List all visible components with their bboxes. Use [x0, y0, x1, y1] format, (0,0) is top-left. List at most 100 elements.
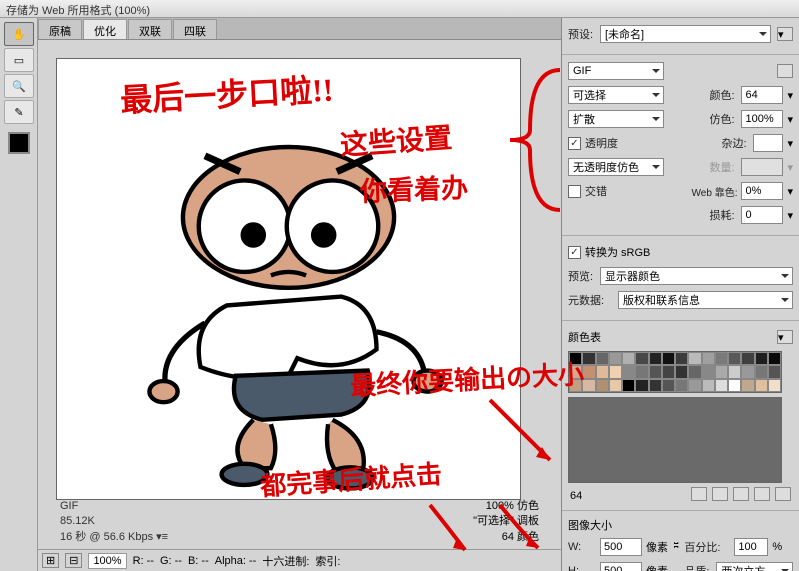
color-cell[interactable]	[596, 352, 609, 365]
color-cell[interactable]	[649, 365, 662, 378]
color-cell[interactable]	[702, 365, 715, 378]
preview-select[interactable]: 显示器颜色	[600, 267, 793, 285]
color-cell[interactable]	[662, 365, 675, 378]
colortable-menu-icon[interactable]: ▾	[777, 330, 793, 344]
preset-select[interactable]: [未命名]	[600, 25, 771, 43]
matte-swatch[interactable]	[753, 134, 783, 152]
link-icon[interactable]: ⎶	[674, 541, 678, 554]
lossy-stepper-icon[interactable]: ▾	[787, 209, 793, 222]
dither-method-select[interactable]: 扩散	[568, 110, 664, 128]
color-cell[interactable]	[702, 352, 715, 365]
preset-menu-icon[interactable]: ▾	[777, 27, 793, 41]
percent-input[interactable]: 100	[734, 538, 768, 556]
color-cell[interactable]	[768, 352, 781, 365]
foreground-swatch[interactable]	[8, 132, 30, 154]
meta-format: GIF	[60, 499, 168, 514]
color-table-grid[interactable]	[568, 351, 782, 393]
zoom-tool[interactable]: 🔍	[4, 74, 34, 98]
color-cell[interactable]	[609, 379, 622, 392]
color-cell[interactable]	[755, 352, 768, 365]
color-cell[interactable]	[715, 365, 728, 378]
color-cell[interactable]	[768, 365, 781, 378]
hand-tool[interactable]: ✋	[4, 22, 34, 46]
trans-dither-select[interactable]: 无透明度仿色	[568, 158, 664, 176]
tab-4up[interactable]: 四联	[173, 19, 217, 39]
color-cell[interactable]	[741, 365, 754, 378]
ct-btn-3[interactable]	[733, 487, 749, 501]
metadata-select[interactable]: 版权和联系信息	[618, 291, 793, 309]
srgb-checkbox[interactable]: ✓	[568, 246, 581, 259]
nav-right-icon[interactable]: ⊟	[65, 553, 82, 568]
color-cell[interactable]	[702, 379, 715, 392]
color-cell[interactable]	[662, 379, 675, 392]
ct-btn-1[interactable]	[691, 487, 707, 501]
color-cell[interactable]	[635, 365, 648, 378]
color-cell[interactable]	[728, 352, 741, 365]
preview-meta-right: 100% 仿色 "可选择" 调板 64 颜色	[473, 499, 539, 545]
canvas-viewport[interactable]: GIF 85.12K 16 秒 @ 56.6 Kbps ▾≡ 100% 仿色 "…	[38, 40, 561, 549]
color-cell[interactable]	[741, 379, 754, 392]
color-cell[interactable]	[569, 379, 582, 392]
color-cell[interactable]	[635, 379, 648, 392]
color-cell[interactable]	[635, 352, 648, 365]
dither-stepper-icon[interactable]: ▾	[787, 113, 793, 126]
quality-select[interactable]: 两次立方	[716, 562, 793, 571]
websnap-input[interactable]: 0%	[741, 182, 783, 200]
tab-optimized[interactable]: 优化	[83, 19, 127, 39]
color-cell[interactable]	[662, 352, 675, 365]
color-cell[interactable]	[728, 379, 741, 392]
interlace-checkbox[interactable]	[568, 185, 581, 198]
width-unit: 像素	[646, 539, 668, 555]
transparency-checkbox[interactable]: ✓	[568, 137, 581, 150]
color-cell[interactable]	[728, 365, 741, 378]
color-cell[interactable]	[596, 365, 609, 378]
color-cell[interactable]	[609, 365, 622, 378]
color-cell[interactable]	[675, 352, 688, 365]
nav-left-icon[interactable]: ⊞	[42, 553, 59, 568]
tab-2up[interactable]: 双联	[128, 19, 172, 39]
websnap-stepper-icon[interactable]: ▾	[787, 185, 793, 198]
ct-btn-2[interactable]	[712, 487, 728, 501]
eyedropper-tool[interactable]: ✎	[4, 100, 34, 124]
zoom-field[interactable]: 100%	[88, 553, 126, 569]
reduction-select[interactable]: 可选择	[568, 86, 664, 104]
lossy-input[interactable]: 0	[741, 206, 783, 224]
color-cell[interactable]	[569, 365, 582, 378]
color-cell[interactable]	[582, 379, 595, 392]
window-title: 存储为 Web 所用格式 (100%)	[6, 5, 150, 17]
color-cell[interactable]	[688, 352, 701, 365]
colors-stepper-icon[interactable]: ▾	[787, 89, 793, 102]
color-cell[interactable]	[569, 352, 582, 365]
color-cell[interactable]	[715, 379, 728, 392]
color-cell[interactable]	[688, 379, 701, 392]
color-cell[interactable]	[741, 352, 754, 365]
color-cell[interactable]	[768, 379, 781, 392]
ct-trash-icon[interactable]	[775, 487, 791, 501]
marquee-tool[interactable]: ▭	[4, 48, 34, 72]
ct-btn-4[interactable]	[754, 487, 770, 501]
color-cell[interactable]	[582, 352, 595, 365]
colors-input[interactable]: 64	[741, 86, 783, 104]
dither-input[interactable]: 100%	[741, 110, 783, 128]
color-cell[interactable]	[622, 379, 635, 392]
color-cell[interactable]	[755, 379, 768, 392]
color-cell[interactable]	[622, 365, 635, 378]
matte-menu-icon[interactable]: ▾	[787, 137, 793, 150]
tab-original[interactable]: 原稿	[38, 19, 82, 39]
width-input[interactable]: 500	[600, 538, 642, 556]
color-cell[interactable]	[582, 365, 595, 378]
color-cell[interactable]	[675, 365, 688, 378]
color-cell[interactable]	[609, 352, 622, 365]
color-cell[interactable]	[688, 365, 701, 378]
color-cell[interactable]	[649, 352, 662, 365]
transparency-label: 透明度	[585, 135, 618, 151]
color-cell[interactable]	[675, 379, 688, 392]
color-cell[interactable]	[715, 352, 728, 365]
format-select[interactable]: GIF	[568, 62, 664, 80]
color-cell[interactable]	[596, 379, 609, 392]
panel-menu-icon[interactable]	[777, 64, 793, 78]
height-input[interactable]: 500	[600, 562, 642, 571]
color-cell[interactable]	[622, 352, 635, 365]
color-cell[interactable]	[755, 365, 768, 378]
color-cell[interactable]	[649, 379, 662, 392]
